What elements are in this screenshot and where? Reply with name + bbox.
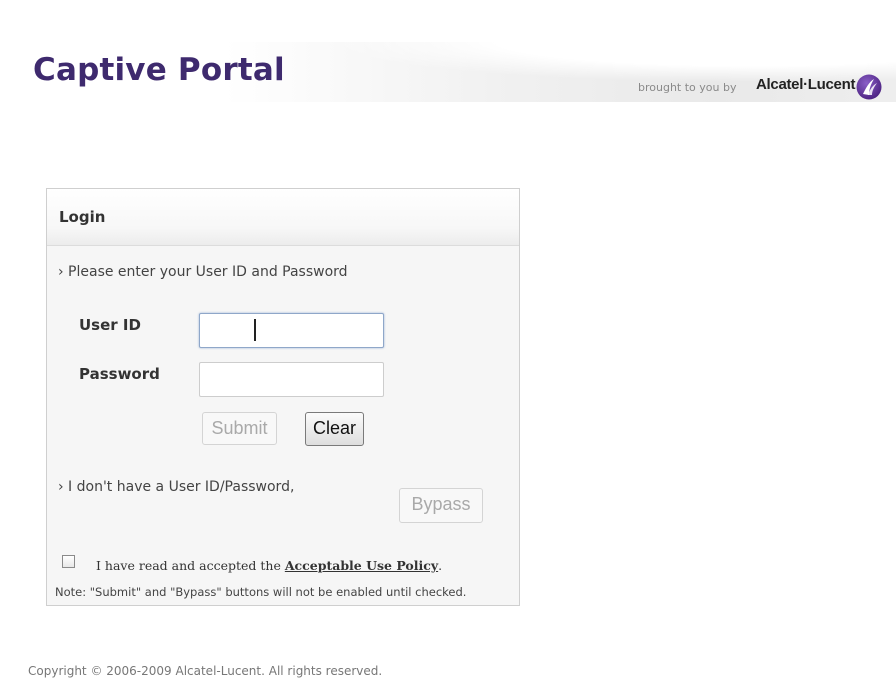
aup-prefix: I have read and accepted the: [96, 558, 285, 573]
submit-button[interactable]: Submit: [202, 412, 277, 445]
alcatel-lucent-logo-icon: [856, 74, 882, 100]
login-title: Login: [59, 208, 106, 226]
aup-note: Note: "Submit" and "Bypass" buttons will…: [55, 585, 467, 599]
login-instruction: › Please enter your User ID and Password: [58, 264, 348, 280]
password-input[interactable]: [199, 362, 384, 397]
clear-button[interactable]: Clear: [305, 412, 364, 446]
brought-by-text: brought to you by: [638, 81, 737, 94]
text-cursor: [254, 319, 256, 341]
aup-checkbox[interactable]: [62, 555, 75, 568]
page-title: Captive Portal: [33, 52, 285, 88]
bypass-button[interactable]: Bypass: [399, 488, 483, 523]
user-id-label: User ID: [79, 316, 141, 334]
no-credentials-text: › I don't have a User ID/Password,: [58, 479, 295, 495]
login-panel: Login › Please enter your User ID and Pa…: [46, 188, 520, 606]
password-label: Password: [79, 365, 160, 383]
copyright-text: Copyright © 2006-2009 Alcatel-Lucent. Al…: [28, 664, 383, 678]
login-panel-header: Login: [47, 189, 519, 246]
user-id-input[interactable]: [199, 313, 384, 348]
aup-suffix: .: [438, 558, 443, 573]
aup-statement: I have read and accepted the Acceptable …: [96, 558, 442, 573]
brand-name: Alcatel·Lucent: [756, 76, 856, 93]
aup-link[interactable]: Acceptable Use Policy: [285, 558, 438, 573]
